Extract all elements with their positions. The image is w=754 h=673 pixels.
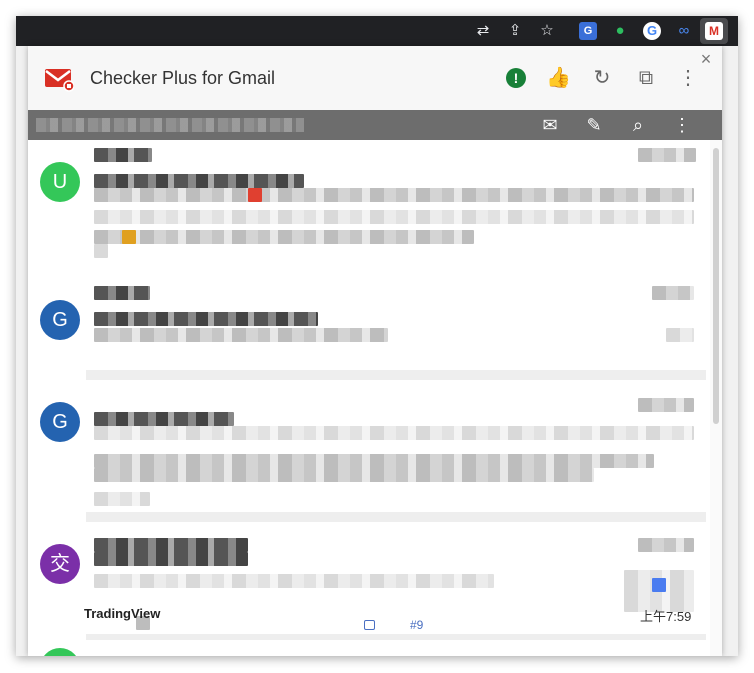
scrollbar[interactable] xyxy=(710,140,722,656)
avatar xyxy=(40,648,80,656)
mail-item-partial[interactable] xyxy=(28,634,708,656)
avatar: G xyxy=(40,402,80,442)
row-separator xyxy=(86,634,706,640)
account-toolbar: ✉ ✎ ⌕ ⋮ xyxy=(28,110,722,140)
snippet-blurred xyxy=(94,230,474,244)
subject-blurred xyxy=(94,426,694,440)
search-icon[interactable]: ⌕ xyxy=(626,113,650,137)
scrollbar-thumb[interactable] xyxy=(713,148,719,424)
background-tag: #9 xyxy=(410,618,424,632)
row-separator xyxy=(86,512,706,522)
sender-blurred xyxy=(94,538,248,552)
more-vert-icon[interactable]: ⋮ xyxy=(676,66,700,90)
compose-icon[interactable]: ✎ xyxy=(582,113,606,137)
sender-blurred xyxy=(94,552,248,566)
snippet-pixel xyxy=(122,230,136,244)
app-title: Checker Plus for Gmail xyxy=(90,68,276,88)
close-button[interactable]: × xyxy=(696,49,716,69)
extension-popup: Checker Plus for Gmail ! 👍 ↻ ⧉ ⋮ × ✉ ✎ ⌕… xyxy=(28,46,722,656)
date-blurred xyxy=(638,148,696,162)
sender-blurred xyxy=(94,412,234,426)
sender-blurred xyxy=(94,286,150,300)
alert-icon[interactable]: ! xyxy=(506,68,526,88)
star-icon[interactable]: ☆ xyxy=(538,22,556,40)
mail-item[interactable]: G xyxy=(28,380,708,522)
thumbs-up-icon[interactable]: 👍 xyxy=(546,66,571,90)
mark-all-read-icon[interactable]: ✉ xyxy=(538,113,562,137)
refresh-icon[interactable]: ↻ xyxy=(590,66,614,90)
link-ext-icon[interactable]: ∞ xyxy=(675,22,693,40)
google-ext-icon[interactable]: G xyxy=(643,22,661,40)
snippet-blurred xyxy=(94,492,150,506)
avatar: G xyxy=(40,300,80,340)
google-translate-ext-icon[interactable]: G xyxy=(579,22,597,40)
mail-item[interactable]: G xyxy=(28,278,708,380)
gmail-logo-icon xyxy=(45,69,74,92)
background-time: 上午7:59 xyxy=(640,609,692,624)
snippet-blurred xyxy=(94,210,694,224)
subject-blurred xyxy=(94,312,318,326)
snippet-pixel xyxy=(652,578,666,592)
gmail-checker-ext-icon[interactable]: M xyxy=(705,22,723,40)
mail-item[interactable]: U xyxy=(28,140,708,278)
account-email-blurred xyxy=(36,118,304,132)
date-blurred xyxy=(652,286,694,300)
snippet-blurred xyxy=(94,328,388,342)
snippet-blurred xyxy=(94,188,694,202)
snippet-blurred xyxy=(94,468,594,482)
browser-window: ⇄ ⇪ ☆ G ● G ∞ M Checker Plus for Gmail !… xyxy=(16,16,738,656)
background-sender: TradingView xyxy=(84,606,161,621)
toolbar-more-icon[interactable]: ⋮ xyxy=(670,113,694,137)
translate-icon[interactable]: ⇄ xyxy=(474,22,492,40)
avatar: U xyxy=(40,162,80,202)
mail-list: U G G 交 xyxy=(28,140,708,656)
snippet-blurred xyxy=(666,328,694,342)
snippet-blurred xyxy=(94,574,494,588)
sender-blurred xyxy=(94,148,152,162)
date-blurred xyxy=(638,398,694,412)
share-icon[interactable]: ⇪ xyxy=(506,22,524,40)
snippet-blurred xyxy=(94,454,654,468)
subject-blurred xyxy=(94,174,304,188)
popup-header: Checker Plus for Gmail ! 👍 ↻ ⧉ ⋮ xyxy=(28,46,722,110)
snippet-pixel xyxy=(248,188,262,202)
date-blurred xyxy=(638,538,694,552)
browser-toolbar: ⇄ ⇪ ☆ G ● G ∞ M xyxy=(16,16,738,46)
snippet-blurred xyxy=(94,244,108,258)
row-separator xyxy=(86,370,706,380)
evernote-ext-icon[interactable]: ● xyxy=(611,22,629,40)
open-in-tab-icon[interactable]: ⧉ xyxy=(634,66,658,90)
avatar: 交 xyxy=(40,544,80,584)
checkbox[interactable] xyxy=(364,620,375,630)
